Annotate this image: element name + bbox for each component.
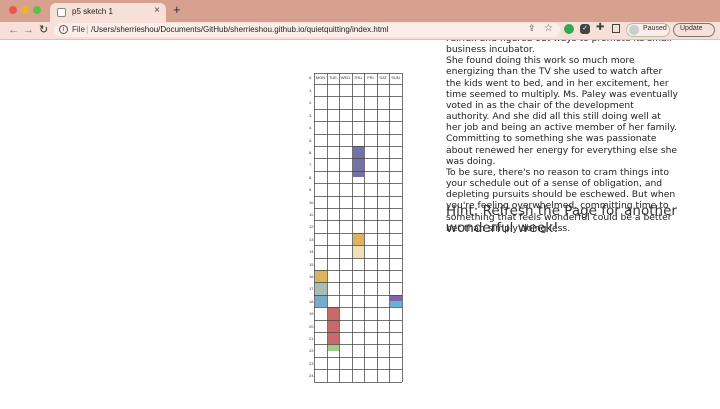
check-extension-icon[interactable]: ✓ <box>580 24 590 34</box>
calendar-event-block <box>315 270 327 283</box>
bookmark-star-icon[interactable]: ☆ <box>544 23 553 34</box>
tab-close-icon[interactable]: × <box>154 5 160 16</box>
day-header: THU. <box>353 75 364 80</box>
grid-line <box>401 73 403 382</box>
hour-label: 4. <box>309 125 313 131</box>
calendar-event-block <box>352 146 364 177</box>
hour-label: 5. <box>309 137 313 143</box>
forward-button[interactable]: → <box>23 23 34 37</box>
grid-line <box>314 73 315 382</box>
back-button[interactable]: ← <box>8 23 19 37</box>
hour-label: 0. <box>309 75 313 80</box>
url-text[interactable]: /Users/sherrieshou/Documents/GitHub/sher… <box>91 25 388 34</box>
day-header: MON. <box>315 75 327 80</box>
new-tab-button[interactable]: + <box>173 3 181 17</box>
calendar-event-block <box>315 294 327 308</box>
side-panel-icon[interactable] <box>612 24 620 33</box>
grid-line <box>351 73 353 382</box>
grid-line <box>364 73 365 382</box>
url-scheme: File <box>72 25 85 34</box>
day-header: SAT. <box>379 75 388 80</box>
update-label: Update <box>680 25 703 32</box>
info-icon[interactable]: i <box>59 25 68 34</box>
address-bar[interactable]: i File | /Users/sherrieshou/Documents/Gi… <box>54 23 560 37</box>
grid-line <box>326 73 328 382</box>
hour-label: 9. <box>309 187 313 193</box>
hour-label: 8. <box>309 174 313 180</box>
profile-status: Paused <box>643 25 667 32</box>
hour-label: 7. <box>309 162 313 168</box>
grid-line <box>339 73 340 382</box>
grid-line <box>314 381 402 383</box>
page-icon <box>57 8 66 17</box>
tab-p5-sketch[interactable]: p5 sketch 1 × <box>50 3 166 22</box>
refresh-hint: Hint: Refresh the Page for another wonde… <box>446 203 677 236</box>
day-header: SUN. <box>391 75 401 80</box>
share-icon[interactable]: ⇪ <box>528 23 536 34</box>
day-header: FRI. <box>367 75 375 80</box>
avatar <box>629 25 639 35</box>
extensions-puzzle-icon[interactable]: ✚ <box>596 22 604 33</box>
update-button[interactable]: Update <box>673 23 715 37</box>
minimize-window-button[interactable] <box>21 6 29 14</box>
hour-label: 6. <box>309 150 313 155</box>
profile-button[interactable]: Paused <box>626 23 670 37</box>
tab-bar: p5 sketch 1 × + <box>0 0 720 22</box>
close-window-button[interactable] <box>9 6 17 14</box>
page-content: MON. TUE. WED. THU. FRI. SAT. SUN. 0. 1. 2. 3. 4. 5.… <box>0 40 720 409</box>
calendar-event-block <box>327 307 339 345</box>
url-separator: | <box>86 24 89 34</box>
day-header: TUE. <box>328 75 339 80</box>
calendar-event-block <box>352 232 364 246</box>
maximize-window-button[interactable] <box>33 6 41 14</box>
calendar-event-block <box>315 282 327 295</box>
grammarly-extension-icon[interactable] <box>564 24 574 34</box>
calendar-event-block <box>352 245 364 258</box>
hour-label: 1. <box>309 88 313 93</box>
article-paragraph: Fairfax and figured out ways to promote … <box>446 40 672 56</box>
grid-line <box>389 73 390 382</box>
hour-label: 3. <box>309 112 313 118</box>
article-paragraph: She found doing this work so much more e… <box>446 55 678 167</box>
reload-button[interactable]: ↻ <box>39 23 48 37</box>
hour-label: 2. <box>309 100 313 106</box>
grid-line <box>376 73 378 382</box>
day-header: WED. <box>340 75 352 80</box>
tab-title: p5 sketch 1 <box>72 7 113 16</box>
